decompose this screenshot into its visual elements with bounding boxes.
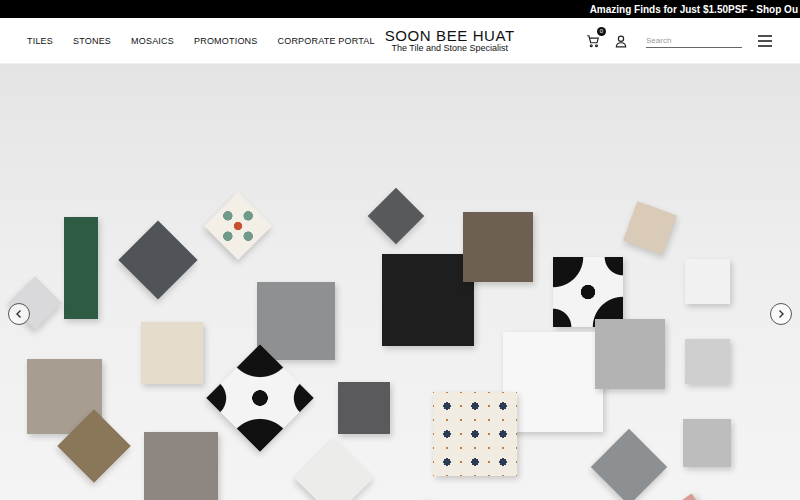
carousel-prev-button[interactable] [8, 303, 30, 325]
tile-sample [685, 259, 730, 304]
logo-tagline: The Tile and Stone Specialist [385, 44, 515, 53]
chevron-left-icon [14, 309, 24, 319]
chevron-right-icon [776, 309, 786, 319]
tile-sample [64, 217, 98, 319]
user-icon[interactable] [614, 34, 628, 48]
tile-sample [503, 332, 603, 432]
tile-sample [118, 220, 197, 299]
header-tools: 0 [525, 33, 772, 49]
tile-sample [338, 382, 390, 434]
hamburger-menu-icon[interactable] [758, 35, 772, 47]
cart-button[interactable]: 0 [586, 33, 602, 49]
tile-sample [553, 257, 623, 327]
nav-item[interactable]: CORPORATE PORTAL [278, 36, 375, 46]
tile-sample [204, 192, 272, 260]
page: Amazing Finds for Just $1.50PSF - Shop O… [0, 0, 800, 500]
nav-item[interactable]: STONES [73, 36, 111, 46]
tile-sample [206, 344, 313, 451]
hero-carousel [0, 64, 800, 500]
tile-sample [141, 322, 203, 384]
nav-item[interactable]: PROMOTIONS [194, 36, 258, 46]
logo-title: SOON BEE HUAT [385, 28, 515, 44]
main-nav: TILES STONES MOSAICS PROMOTIONS CORPORATE PO… [27, 36, 375, 46]
nav-item[interactable]: MOSAICS [131, 36, 174, 46]
tile-sample [595, 319, 665, 389]
tile-sample [294, 438, 373, 500]
tile-sample [463, 212, 533, 282]
cart-count-badge: 0 [597, 27, 606, 36]
logo[interactable]: SOON BEE HUATThe Tile and Stone Speciali… [375, 28, 525, 53]
tile-sample [591, 429, 667, 500]
tile-sample [623, 201, 677, 255]
announcement-bar: Amazing Finds for Just $1.50PSF - Shop O… [0, 0, 800, 18]
carousel-next-button[interactable] [770, 303, 792, 325]
tile-sample [433, 392, 517, 476]
tile-sample [257, 282, 335, 360]
nav-item[interactable]: TILES [27, 36, 53, 46]
tile-sample [382, 254, 474, 346]
tile-sample [685, 339, 730, 384]
search-input[interactable] [646, 34, 742, 48]
announcement-text[interactable]: Amazing Finds for Just $1.50PSF - Shop O… [590, 4, 800, 15]
cart-icon [586, 34, 600, 48]
tile-sample [368, 188, 425, 245]
tile-sample [144, 432, 218, 500]
tile-sample [683, 419, 731, 467]
header: TILES STONES MOSAICS PROMOTIONS CORPORATE PO… [0, 18, 800, 64]
tile-sample [383, 497, 471, 500]
